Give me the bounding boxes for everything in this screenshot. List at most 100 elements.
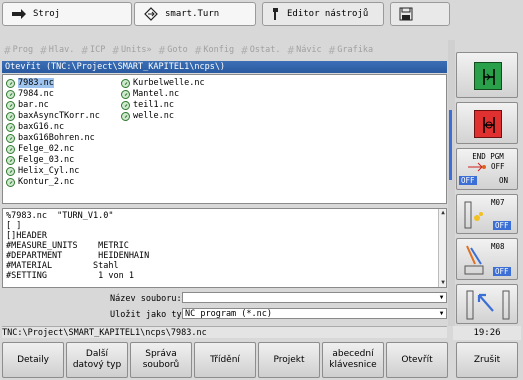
preview-line: #MEASURE_UNITS METRIC — [6, 241, 129, 251]
save-disk-icon — [399, 7, 413, 21]
preview-line: #DEPARTMENT HEIDENHAIN — [6, 251, 150, 261]
file-name: baxG16.nc — [18, 122, 65, 132]
file-item[interactable]: Kurbelwelle.nc — [121, 78, 205, 88]
menu-hlav[interactable]: # Hlav. — [40, 44, 74, 57]
m08-label: M08 — [491, 242, 505, 251]
file-icon — [6, 78, 15, 88]
menu-label: Grafika — [337, 45, 374, 55]
menu-label: Ostat. — [249, 45, 281, 55]
details-button[interactable]: Detaily — [2, 342, 64, 378]
file-item[interactable]: 7984.nc — [6, 89, 54, 99]
file-item[interactable]: Kontur_2.nc — [6, 177, 74, 187]
scroll-down-icon[interactable]: ▼ — [439, 279, 447, 287]
filetype-select[interactable]: NC program (*.nc) ▼ — [182, 308, 447, 319]
m07-button[interactable]: M07 OFF — [456, 194, 518, 234]
file-preview: %7983.nc "TURN_V1.0" [ ] []HEADER #MEASU… — [2, 208, 447, 288]
file-item[interactable]: Mantel.nc — [121, 89, 179, 99]
file-icon — [6, 166, 15, 176]
file-item[interactable]: Felge_03.nc — [6, 155, 74, 165]
menu-icp[interactable]: # ICP — [81, 44, 105, 57]
end-pgm-button[interactable]: END PGM OFF OFF ON — [456, 148, 518, 190]
file-name: baxG16Bohren.nc — [18, 133, 95, 143]
menu-units[interactable]: # Units» — [112, 44, 151, 57]
menu-ostat[interactable]: # Ostat. — [241, 44, 280, 57]
file-item[interactable]: baxAsyncTKorr.nc — [6, 111, 100, 121]
file-item[interactable]: welle.nc — [121, 111, 174, 121]
side-separator — [448, 40, 455, 326]
menu-prog[interactable]: # Prog — [4, 44, 33, 57]
file-item[interactable]: teil1.nc — [121, 100, 174, 110]
file-icon — [6, 89, 15, 99]
grid-icon: # — [158, 43, 166, 57]
file-item[interactable]: baxG16Bohren.nc — [6, 133, 95, 143]
preview-line: #SETTING 1 von 1 — [6, 271, 134, 281]
file-name: 7983.nc — [18, 78, 54, 88]
file-icon — [121, 78, 130, 88]
file-icon — [121, 89, 130, 99]
tool-icon — [273, 8, 278, 20]
preview-line: %7983.nc "TURN_V1.0" — [6, 211, 114, 221]
menu-navic[interactable]: # Návic — [287, 44, 321, 57]
m08-button[interactable]: M08 OFF — [456, 238, 518, 280]
tab-tool-editor[interactable]: Editor nástrojů — [262, 2, 384, 26]
sort-button[interactable]: Třídění — [194, 342, 256, 378]
file-name: bar.nc — [18, 100, 49, 110]
chevron-down-icon[interactable]: ▼ — [437, 293, 446, 302]
m07-off-state: OFF — [493, 221, 511, 230]
file-item[interactable]: Helix_Cyl.nc — [6, 166, 79, 176]
end-pgm-off-state: OFF — [459, 176, 477, 185]
alphabetic-keyboard-button[interactable]: abecední klávesnice — [322, 342, 384, 378]
m08-off-state: OFF — [493, 267, 511, 276]
menu-label: Units» — [120, 45, 152, 55]
grid-icon: # — [287, 43, 295, 57]
file-management-button[interactable]: Správa souborů — [130, 342, 192, 378]
arrow-right-icon — [468, 162, 486, 172]
grid-icon: # — [328, 43, 336, 57]
tab-smart-turn[interactable]: smart.Turn — [134, 2, 256, 26]
grid-icon: # — [241, 43, 248, 57]
scroll-up-icon[interactable]: ▲ — [439, 209, 447, 217]
menu-konfig[interactable]: # Konfig — [195, 44, 234, 57]
file-icon — [6, 133, 15, 143]
filetype-value: NC program (*.nc) — [185, 309, 272, 319]
tab-label: smart.Turn — [165, 9, 220, 19]
coolant-mist-icon — [464, 201, 483, 229]
menu-goto[interactable]: # Goto — [159, 44, 188, 57]
file-list[interactable]: 7983.nc 7984.nc bar.nc baxAsyncTKorr.nc … — [2, 74, 447, 204]
file-icon — [6, 155, 15, 165]
cancel-button[interactable]: Zrušit — [456, 342, 518, 378]
file-item[interactable]: baxG16.nc — [6, 122, 64, 132]
dialog-title: Otevřít (TNC:\Project\SMART_KAPITEL1\ncp… — [2, 61, 447, 73]
file-item[interactable]: 7983.nc — [6, 78, 54, 88]
next-data-type-button[interactable]: Další datový typ — [66, 342, 128, 378]
file-icon — [121, 111, 130, 121]
project-button[interactable]: Projekt — [258, 342, 320, 378]
preview-scrollbar[interactable]: ▲ ▼ — [438, 209, 446, 287]
file-item[interactable]: Felge_02.nc — [6, 144, 74, 154]
menu-label: Prog — [12, 45, 34, 55]
clock: 19:26 — [453, 326, 521, 340]
file-item[interactable]: bar.nc — [6, 100, 49, 110]
preview-line: #MATERIAL Stahl — [6, 261, 119, 271]
open-button[interactable]: Otevřít — [386, 342, 448, 378]
preview-line: []HEADER — [6, 231, 47, 241]
tab-machine[interactable]: Stroj — [2, 2, 132, 26]
tab-save[interactable] — [390, 2, 450, 26]
file-icon — [6, 177, 15, 187]
move-tool-button[interactable] — [456, 284, 518, 324]
chevron-down-icon[interactable]: ▼ — [437, 309, 446, 318]
cycle-start-button[interactable] — [456, 52, 518, 98]
arrow-right-icon — [12, 9, 26, 19]
coolant-flood-icon — [464, 245, 484, 275]
cycle-stop-button[interactable] — [456, 102, 518, 144]
end-pgm-on-state: ON — [499, 176, 509, 185]
end-pgm-label: END PGM — [472, 152, 504, 161]
status-path: TNC:\Project\SMART_KAPITEL1\ncps\7983.nc — [2, 326, 447, 338]
file-icon — [6, 122, 15, 132]
file-icon — [6, 144, 15, 154]
filename-input[interactable]: ▼ — [182, 292, 447, 303]
menu-label: Hlav. — [48, 45, 75, 55]
menu-grafika[interactable]: # Grafika — [329, 44, 373, 57]
menu-label: Návic — [296, 45, 322, 55]
preview-line: [ ] — [6, 221, 22, 231]
